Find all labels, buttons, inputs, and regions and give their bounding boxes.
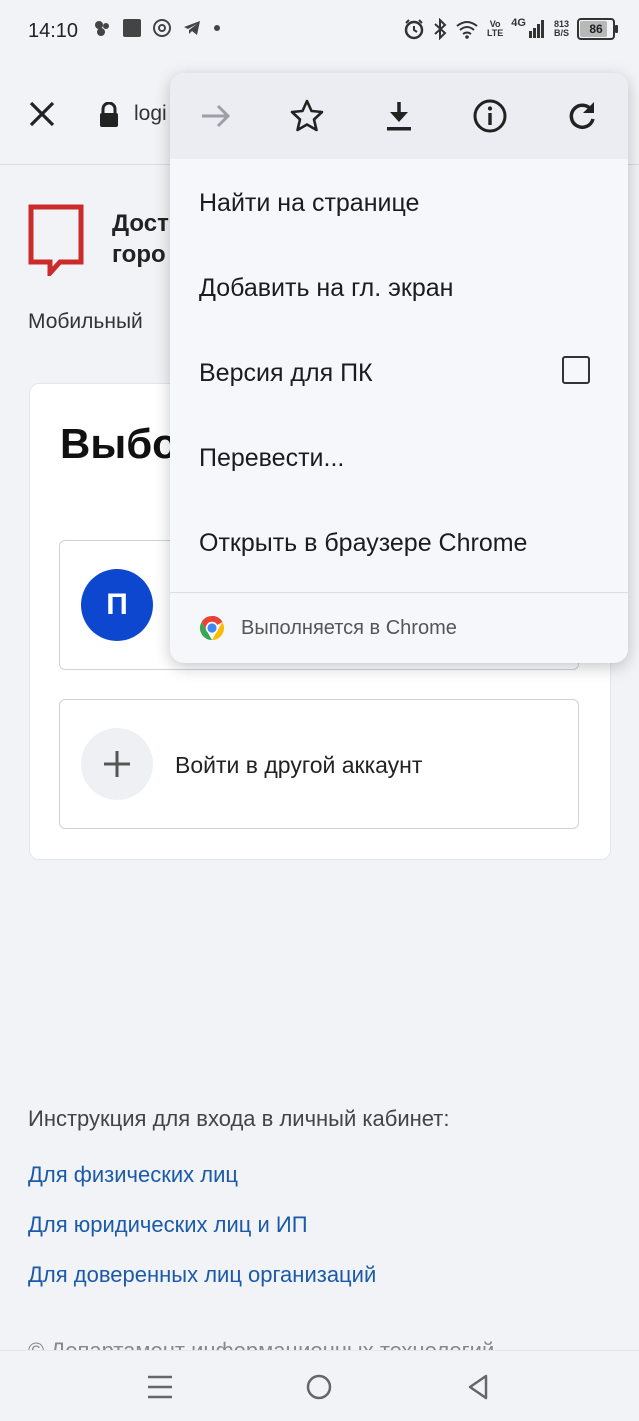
bookmark-button[interactable] — [289, 98, 325, 134]
info-icon — [473, 99, 507, 133]
reload-button[interactable] — [564, 98, 600, 134]
network-speed: 813 B/S — [553, 19, 569, 38]
close-icon[interactable] — [26, 98, 58, 130]
link-trusted-persons[interactable]: Для доверенных лиц организаций — [28, 1262, 376, 1288]
link-legal-entities[interactable]: Для юридических лиц и ИП — [28, 1212, 308, 1238]
site-subtitle: Мобильный — [28, 310, 143, 333]
site-title: Дост горо — [112, 210, 169, 268]
volte-indicator: Vo LTE — [486, 19, 504, 38]
forward-button[interactable] — [198, 98, 234, 134]
desktop-site-checkbox[interactable] — [562, 356, 590, 384]
back-button[interactable] — [460, 1369, 496, 1405]
star-icon — [290, 99, 324, 132]
instructions-label: Инструкция для входа в личный кабинет: — [28, 1106, 450, 1131]
alarm-icon — [404, 19, 424, 40]
add-account-label: Войти в другой аккаунт — [175, 752, 423, 778]
add-to-home-screen-item[interactable]: Добавить на гл. экран — [199, 274, 453, 303]
download-icon — [387, 102, 411, 131]
menu-action-row — [170, 73, 628, 159]
menu-lines-icon — [148, 1375, 172, 1399]
cellular-signal-icon: 4G — [511, 18, 546, 39]
translate-item[interactable]: Перевести... — [199, 444, 344, 473]
avatar: П — [81, 569, 153, 641]
square-notification-icon — [123, 19, 141, 37]
back-triangle-icon — [468, 1374, 488, 1400]
status-bar: 14:10 Vo LTE 4G 813 B/S 86 — [0, 0, 639, 66]
at-icon — [153, 19, 171, 37]
chrome-logo-icon — [199, 615, 225, 640]
open-in-chrome-item[interactable]: Открыть в браузере Chrome — [199, 529, 527, 558]
desktop-site-item[interactable]: Версия для ПК — [199, 359, 373, 388]
home-circle-icon — [306, 1374, 332, 1400]
add-account-button[interactable]: Войти в другой аккаунт — [59, 699, 579, 829]
app-notification-icon — [95, 21, 109, 36]
system-nav-bar — [0, 1350, 639, 1421]
link-individuals[interactable]: Для физических лиц — [28, 1162, 238, 1188]
refresh-icon — [569, 102, 595, 129]
home-button[interactable] — [301, 1369, 337, 1405]
find-in-page-item[interactable]: Найти на странице — [199, 189, 419, 218]
recents-button[interactable] — [142, 1369, 178, 1405]
url-text[interactable]: logi — [134, 102, 167, 126]
battery-icon: 86 — [577, 18, 618, 40]
overflow-menu: Найти на странице Добавить на гл. экран … — [170, 73, 628, 663]
running-in-chrome-label: Выполняется в Chrome — [241, 617, 457, 639]
plus-icon — [81, 728, 153, 800]
lock-icon — [100, 102, 118, 127]
bluetooth-icon — [434, 18, 447, 40]
more-notifications-dot-icon — [214, 25, 220, 31]
forward-icon — [202, 104, 231, 128]
clock: 14:10 — [28, 20, 79, 42]
menu-divider — [170, 592, 628, 593]
download-button[interactable] — [381, 98, 417, 134]
site-logo-icon — [28, 204, 84, 276]
telegram-icon — [184, 21, 200, 35]
wifi-icon — [456, 21, 478, 39]
page-info-button[interactable] — [472, 98, 508, 134]
card-heading: Выбо — [60, 420, 178, 467]
